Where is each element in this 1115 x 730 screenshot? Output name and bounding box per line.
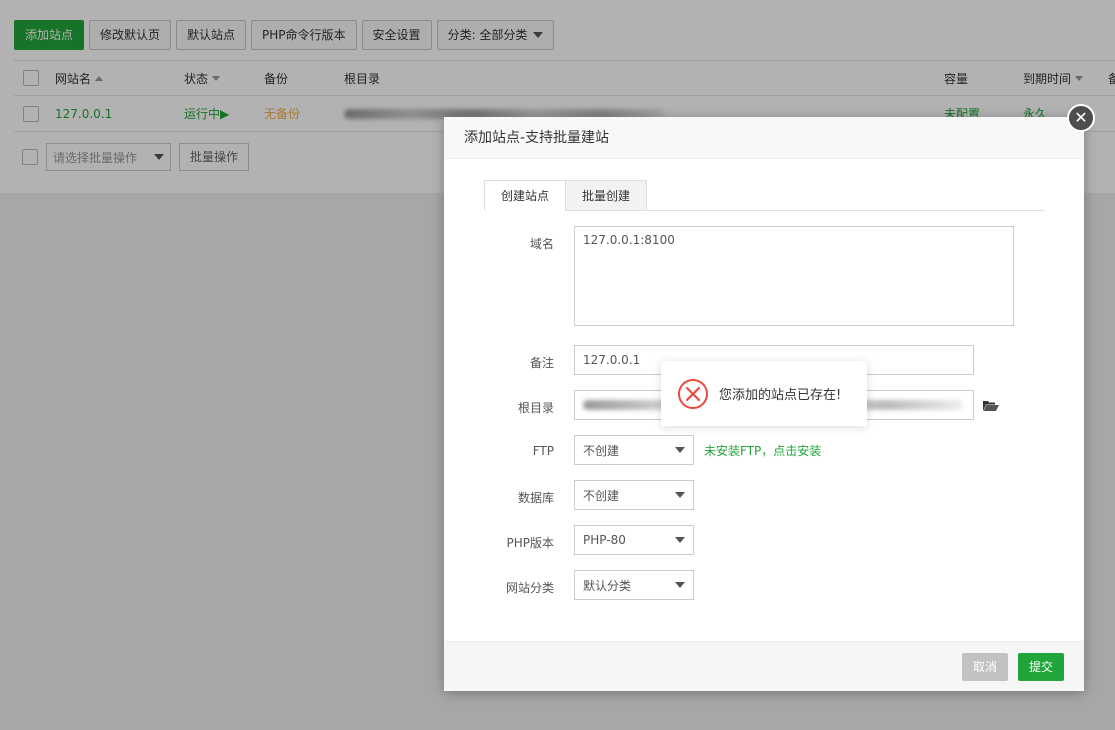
error-toast: 您添加的站点已存在! <box>661 361 867 426</box>
chevron-down-icon <box>675 492 685 498</box>
php-version-label: PHP版本 <box>506 536 555 550</box>
chevron-down-icon <box>675 537 685 543</box>
tab-batch-create[interactable]: 批量创建 <box>566 180 648 211</box>
error-x-icon <box>678 378 708 409</box>
root-dir-label: 根目录 <box>517 401 554 415</box>
ftp-label: FTP <box>532 444 554 458</box>
dialog-footer: 取消 提交 <box>444 641 1084 691</box>
folder-open-icon[interactable] <box>983 400 999 412</box>
ftp-select[interactable]: 不创建 <box>574 435 694 465</box>
site-category-select[interactable]: 默认分类 <box>574 570 694 600</box>
database-label: 数据库 <box>517 491 554 505</box>
install-ftp-link[interactable]: 未安装FTP，点击安装 <box>704 442 821 459</box>
database-select-value: 不创建 <box>583 488 620 503</box>
error-message: 您添加的站点已存在! <box>719 388 842 403</box>
dialog-title: 添加站点-支持批量建站 <box>444 117 1084 159</box>
php-version-select[interactable]: PHP-80 <box>574 525 694 555</box>
remark-label: 备注 <box>529 356 554 370</box>
ftp-select-value: 不创建 <box>583 443 620 458</box>
close-icon[interactable]: ✕ <box>1067 104 1095 132</box>
database-select[interactable]: 不创建 <box>574 480 694 510</box>
chevron-down-icon <box>675 582 685 588</box>
site-category-label: 网站分类 <box>505 581 554 595</box>
site-category-select-value: 默认分类 <box>583 578 632 593</box>
chevron-down-icon <box>675 447 685 453</box>
cancel-button[interactable]: 取消 <box>962 653 1009 681</box>
dialog-tabs: 创建站点 批量创建 <box>484 180 1044 211</box>
php-version-select-value: PHP-80 <box>583 533 626 547</box>
domain-textarea[interactable]: 127.0.0.1:8100 <box>574 226 1014 326</box>
tab-create-site[interactable]: 创建站点 <box>484 180 567 211</box>
domain-label: 域名 <box>529 237 554 251</box>
submit-button[interactable]: 提交 <box>1018 653 1065 681</box>
